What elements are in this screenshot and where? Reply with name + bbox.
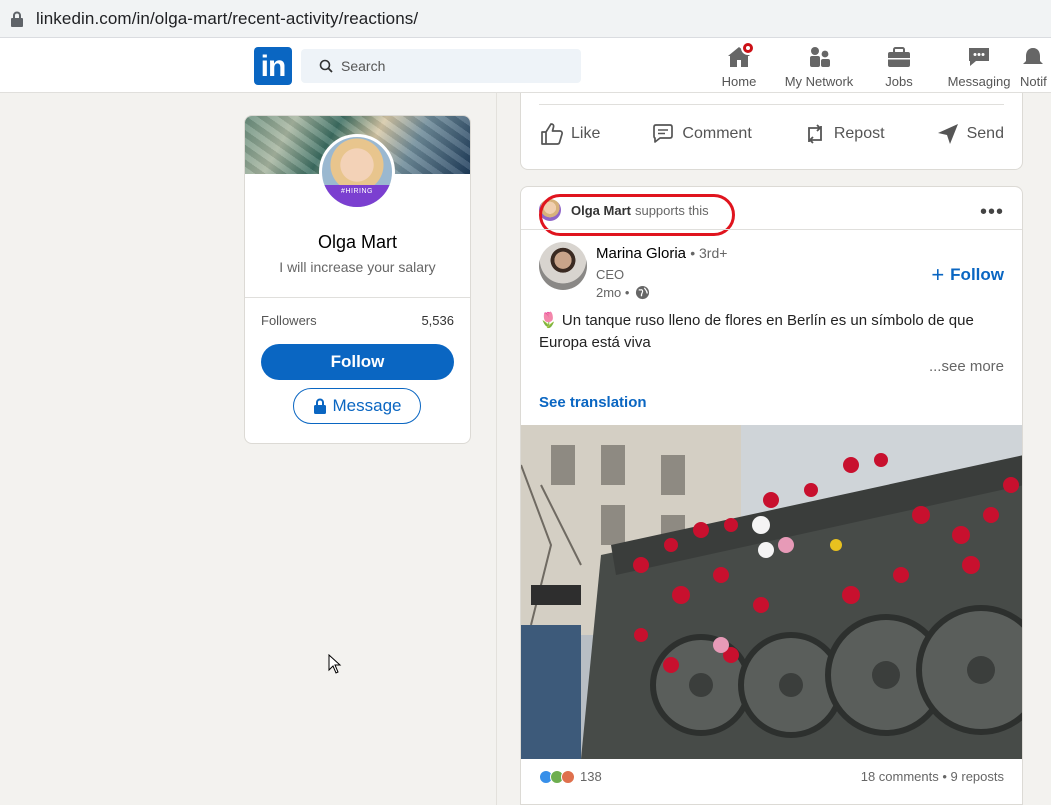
follow-label: Follow: [950, 265, 1004, 284]
nav-label: Notif: [1020, 74, 1047, 89]
divider: [539, 104, 1004, 105]
repost-label: Repost: [833, 125, 885, 142]
nav-notifications[interactable]: Notif: [1020, 43, 1051, 91]
post-actions: Like Comment Repost Send: [539, 121, 1004, 147]
post-body: Un tanque ruso lleno de flores en Berlín…: [539, 312, 974, 351]
nav-label: Messaging: [947, 74, 1011, 89]
notification-badge: [741, 41, 755, 55]
profile-name[interactable]: Olga Mart: [245, 232, 470, 253]
love-reaction-icon: [561, 769, 575, 784]
reaction-summary[interactable]: 138: [539, 769, 602, 784]
thumbs-up-icon: [541, 123, 563, 145]
post-text: 🌷 Un tanque ruso lleno de flores en Berl…: [539, 310, 1004, 354]
search-input[interactable]: [341, 58, 561, 74]
divider: [245, 297, 470, 298]
author-avatar[interactable]: [539, 242, 587, 290]
browser-address-bar[interactable]: linkedin.com/in/olga-mart/recent-activit…: [0, 0, 1051, 38]
more-options-icon[interactable]: •••: [980, 201, 1004, 224]
search-box[interactable]: [301, 49, 581, 83]
nav-label: Jobs: [885, 74, 913, 89]
search-icon: [319, 59, 333, 73]
followers-count: 5,536: [421, 313, 454, 328]
profile-card: #HIRING Olga Mart I will increase your s…: [244, 115, 471, 444]
author-name[interactable]: Marina Gloria: [596, 245, 686, 262]
followers-row: Followers 5,536: [261, 313, 454, 328]
reaction-text: supports this: [634, 202, 709, 218]
divider: [521, 229, 1022, 230]
profile-follow-button[interactable]: Follow: [261, 344, 454, 380]
connection-degree: • 3rd+: [690, 245, 728, 261]
nav-label: Home: [721, 74, 757, 89]
send-icon: [937, 124, 958, 144]
people-icon: [810, 47, 830, 67]
reaction-header: Olga Mart supports this •••: [539, 194, 1004, 236]
nav-my-network[interactable]: My Network: [780, 43, 858, 91]
lock-icon: [313, 398, 326, 414]
tank-flowers-photo: [521, 425, 1022, 759]
plus-icon: +: [931, 262, 945, 287]
profile-avatar[interactable]: #HIRING: [319, 134, 395, 210]
post-time: 2mo •: [596, 285, 650, 300]
author-title: CEO: [596, 267, 625, 282]
see-more-link[interactable]: ...see more: [929, 358, 1004, 375]
top-nav: in Home My Network: [0, 38, 1051, 93]
nav-jobs[interactable]: Jobs: [878, 43, 920, 91]
lock-icon: [11, 11, 23, 27]
like-label: Like: [571, 125, 601, 142]
tulip-emoji: 🌷: [539, 312, 558, 329]
nav-messaging[interactable]: Messaging: [944, 43, 1014, 91]
post-time-text: 2mo •: [596, 285, 630, 300]
reactor-avatar[interactable]: [539, 199, 561, 221]
followers-label: Followers: [261, 313, 317, 328]
message-label: Message: [332, 396, 402, 415]
comment-label: Comment: [682, 125, 752, 142]
feed-post: Olga Mart supports this ••• Marina Glori…: [520, 186, 1023, 805]
mouse-cursor-icon: [328, 654, 342, 674]
reaction-count: 138: [580, 769, 602, 784]
repost-button[interactable]: Repost: [802, 121, 885, 147]
briefcase-icon: [888, 47, 910, 67]
author-follow-button[interactable]: + Follow: [931, 262, 1004, 288]
comment-icon: [653, 124, 674, 143]
nav-label: My Network: [784, 74, 854, 89]
repost-icon: [807, 124, 822, 144]
post-author: Marina Gloria • 3rd+ CEO 2mo • + Follow: [539, 242, 1004, 302]
profile-tagline: I will increase your salary: [279, 259, 436, 275]
post-stats: 138 18 comments • 9 reposts: [539, 769, 1004, 784]
url-text[interactable]: linkedin.com/in/olga-mart/recent-activit…: [36, 9, 418, 29]
nav-home[interactable]: Home: [714, 41, 764, 91]
send-label: Send: [966, 125, 1004, 142]
send-button[interactable]: Send: [935, 121, 1004, 147]
post-image[interactable]: [521, 425, 1022, 759]
previous-post-card: Like Comment Repost Send: [520, 93, 1023, 170]
author-name-line[interactable]: Marina Gloria • 3rd+: [596, 245, 727, 262]
globe-icon: [636, 285, 650, 300]
messaging-icon: [969, 48, 989, 66]
bell-icon: [1023, 48, 1043, 64]
comments-reposts-count[interactable]: 18 comments • 9 reposts: [861, 769, 1004, 784]
comment-button[interactable]: Comment: [650, 121, 752, 147]
message-button[interactable]: Message: [293, 388, 421, 424]
hiring-badge: #HIRING: [322, 185, 392, 207]
linkedin-logo[interactable]: in: [254, 47, 292, 85]
like-button[interactable]: Like: [539, 121, 600, 147]
see-translation-link[interactable]: See translation: [539, 394, 647, 411]
reactor-name[interactable]: Olga Mart: [571, 203, 631, 218]
